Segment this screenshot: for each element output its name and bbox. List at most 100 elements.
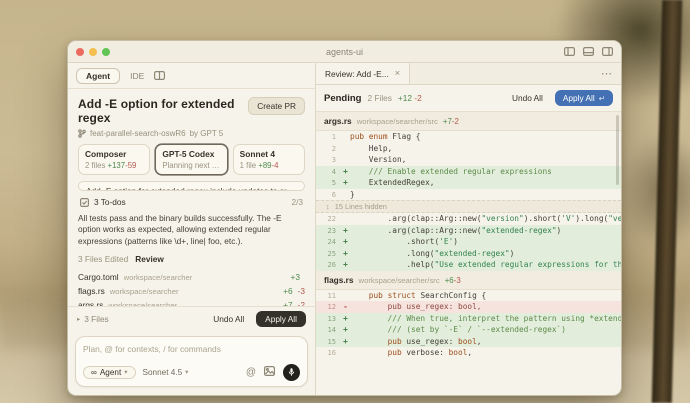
code-lines: 11 pub struct SearchConfig { 12 - pub us… — [316, 290, 621, 359]
branch-name[interactable]: feat-parallel-search-oswR6 — [90, 129, 186, 138]
code-line[interactable]: 3 Version, — [316, 154, 621, 166]
panel-tabs: Agent IDE — [68, 63, 315, 89]
file-path: workspace/searcher — [110, 287, 278, 296]
code-line[interactable]: 1 pub enum Flag { — [316, 131, 621, 143]
files-toggle[interactable]: ▸ 3 Files — [77, 314, 109, 324]
toggle-bottom-panel-icon[interactable] — [583, 47, 594, 56]
review-undo-all-button[interactable]: Undo All — [506, 91, 549, 105]
apply-all-button[interactable]: Apply All — [256, 311, 306, 327]
code-line[interactable]: 15 + pub use_regex: bool, — [316, 336, 621, 348]
file-name: flags.rs — [78, 286, 105, 296]
file-name: args.rs — [324, 116, 352, 126]
code-line[interactable]: 2 Help, — [316, 143, 621, 155]
code-lines: 1 pub enum Flag { 2 Help, 3 Version, 4 +… — [316, 131, 621, 271]
line-number: 14 — [316, 325, 341, 334]
review-link[interactable]: Review — [135, 254, 164, 264]
diff-file-header[interactable]: args.rs workspace/searcher/src +7-2 — [316, 112, 621, 131]
code-line[interactable]: 5 + ExtendedRegex, — [316, 177, 621, 189]
review-header: Pending 2 Files +12 -2 Undo All Apply Al… — [316, 85, 621, 112]
code-line[interactable]: 11 pub struct SearchConfig { — [316, 290, 621, 302]
line-number: 23 — [316, 226, 341, 235]
create-pr-button[interactable]: Create PR — [248, 97, 305, 115]
code-text: .arg(clap::Arg::new("version").short('V'… — [350, 214, 621, 223]
return-key-icon: ↵ — [599, 94, 605, 103]
close-window-button[interactable] — [76, 48, 84, 56]
model-select[interactable]: Sonnet 4.5 ▾ — [143, 368, 189, 377]
file-add: +6 — [283, 286, 292, 296]
code-line[interactable]: 14 + /// (set by `-E` / `--extended-rege… — [316, 324, 621, 336]
diff-sign: + — [341, 167, 350, 176]
diff-add: +7 — [443, 117, 452, 126]
todo-progress: 2/3 — [291, 197, 303, 207]
code-line[interactable]: 24 + .short('E') — [316, 236, 621, 248]
app-window: agents-ui Agent IDE — [67, 40, 622, 396]
zoom-window-button[interactable] — [102, 48, 110, 56]
pending-deletions: -2 — [414, 93, 421, 103]
file-del: -3 — [298, 286, 305, 296]
agent-mode-label: Agent — [100, 368, 121, 377]
agent-card[interactable]: GPT-5 Codex Planning next m... — [155, 144, 227, 175]
code-line[interactable]: 16 pub verbose: bool, — [316, 347, 621, 359]
code-line[interactable]: 23 + .arg(clap::Arg::new("extended-regex… — [316, 225, 621, 237]
composer-input[interactable]: Plan, @ for contexts, / for commands ∞ A… — [75, 336, 308, 387]
attach-image-icon[interactable] — [264, 363, 275, 381]
review-tab-label: Review: Add -E... — [325, 69, 389, 79]
code-line[interactable]: 26 + .help("Use extended regular express… — [316, 259, 621, 271]
agent-card[interactable]: Sonnet 4 1 file +89-4 — [233, 144, 305, 175]
file-name: flags.rs — [324, 275, 354, 285]
code-text: pub struct SearchConfig { — [350, 291, 621, 300]
branch-author: by GPT 5 — [190, 129, 224, 138]
edited-file-row[interactable]: args.rs workspace/searcher +7 -2 — [78, 298, 305, 306]
card-name: GPT-5 Codex — [162, 149, 220, 159]
branch-row: feat-parallel-search-oswR6 by GPT 5 — [78, 129, 242, 138]
mention-icon[interactable]: @ — [246, 367, 256, 378]
tab-ide[interactable]: IDE — [127, 69, 147, 83]
agent-card[interactable]: Composer 2 files +137-59 — [78, 144, 150, 175]
composer-placeholder: Plan, @ for contexts, / for commands — [83, 344, 300, 354]
agent-thread[interactable]: Add -E option for extended regex feat-pa… — [68, 89, 315, 306]
diff-sections[interactable]: args.rs workspace/searcher/src +7-2 1 pu… — [316, 112, 621, 395]
layout-columns-icon[interactable] — [154, 67, 165, 85]
undo-all-button[interactable]: Undo All — [209, 312, 248, 326]
pending-files-count: 2 Files — [367, 93, 391, 103]
review-apply-all-button[interactable]: Apply All ↵ — [555, 90, 613, 106]
tab-agent[interactable]: Agent — [76, 68, 120, 84]
agent-mode-select[interactable]: ∞ Agent ▾ — [83, 366, 136, 379]
toggle-right-panel-icon[interactable] — [602, 47, 613, 56]
line-number: 24 — [316, 237, 341, 246]
todos-row[interactable]: 3 To-dos 2/3 — [78, 197, 305, 207]
code-line[interactable]: 25 + .long("extended-regex") — [316, 248, 621, 260]
diff-file-header[interactable]: flags.rs workspace/searcher/src +6-3 — [316, 271, 621, 290]
window-title: agents-ui — [68, 47, 621, 57]
task-summary[interactable]: Add -E option for extended regex include… — [78, 181, 305, 191]
toggle-left-panel-icon[interactable] — [564, 47, 575, 56]
card-name: Composer — [85, 149, 143, 159]
code-line[interactable]: 12 - pub use_regex: bool, — [316, 301, 621, 313]
code-text: pub use_regex: bool, — [350, 337, 621, 346]
card-name: Sonnet 4 — [240, 149, 298, 159]
diff-sign: + — [341, 249, 350, 258]
diff-sign: - — [341, 302, 350, 311]
code-line[interactable]: 6 } — [316, 189, 621, 201]
agent-message: All tests pass and the binary builds suc… — [78, 213, 305, 247]
code-line[interactable]: 13 + /// When true, interpret the patter… — [316, 313, 621, 325]
line-number: 15 — [316, 337, 341, 346]
infinity-icon: ∞ — [91, 368, 97, 377]
close-tab-icon[interactable]: × — [395, 68, 401, 79]
edited-file-row[interactable]: Cargo.toml workspace/searcher +3 — [78, 270, 305, 284]
edited-file-row[interactable]: flags.rs workspace/searcher +6 -3 — [78, 284, 305, 298]
scrollbar-thumb[interactable] — [616, 115, 619, 185]
code-line[interactable]: 22 .arg(clap::Arg::new("version").short(… — [316, 213, 621, 225]
agent-cards: Composer 2 files +137-59 GPT-5 Codex Pla… — [78, 144, 305, 175]
hidden-lines-row[interactable]: ↕ 15 Lines hidden — [316, 200, 621, 213]
review-tab[interactable]: Review: Add -E... × — [316, 63, 410, 84]
more-options-icon[interactable]: ⋯ — [601, 67, 621, 80]
card-sub: Planning next m... — [162, 161, 220, 170]
files-edited-list: Cargo.toml workspace/searcher +3 flags.r… — [78, 270, 305, 306]
file-path: workspace/searcher/src — [357, 117, 438, 126]
voice-input-button[interactable] — [283, 364, 300, 381]
caret-down-icon: ▾ — [185, 368, 188, 376]
minimize-window-button[interactable] — [89, 48, 97, 56]
window-body: Agent IDE Add -E option for extended reg… — [68, 63, 621, 395]
code-line[interactable]: 4 + /// Enable extended regular expressi… — [316, 166, 621, 178]
